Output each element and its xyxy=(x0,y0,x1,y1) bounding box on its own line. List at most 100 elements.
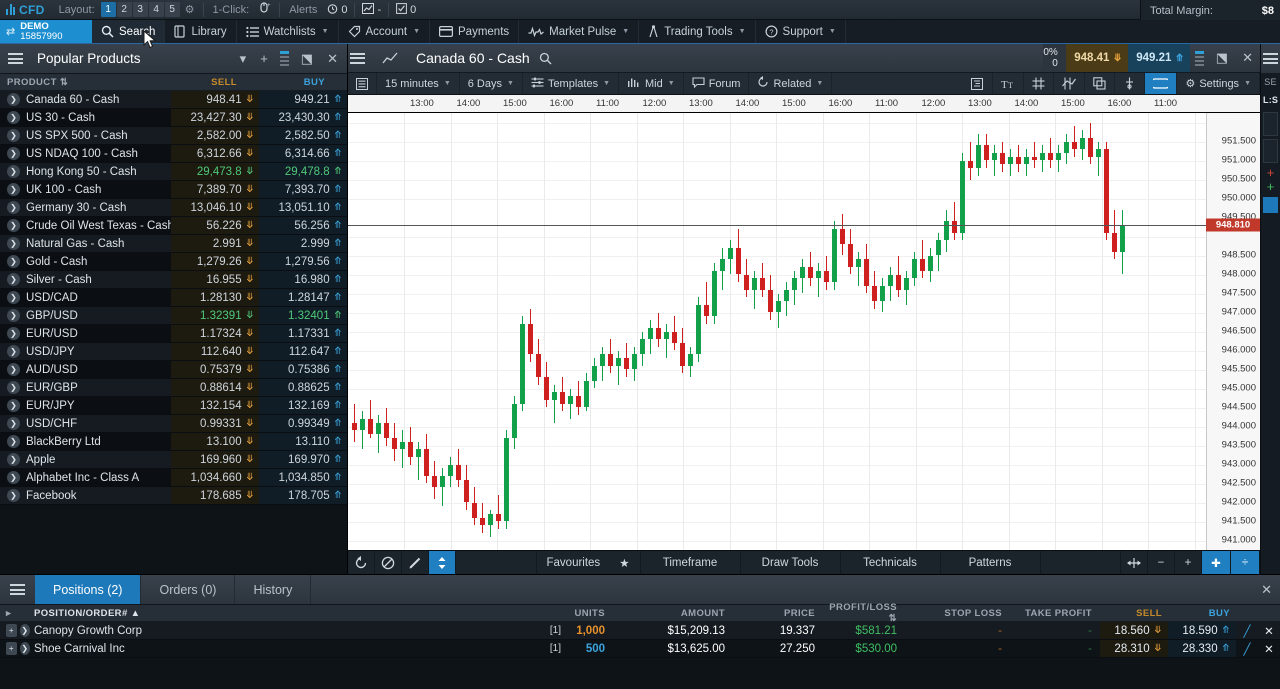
tab-orders[interactable]: Orders (0) xyxy=(141,575,236,604)
copy-icon[interactable] xyxy=(1085,73,1116,94)
product-row[interactable]: ❯ EUR/JPY 132.154 ⤋ 132.169 ⤊ xyxy=(0,397,347,415)
menu-item-payments[interactable]: Payments xyxy=(430,20,520,43)
chart-list-view-icon[interactable] xyxy=(348,73,377,94)
right-rail-menu-icon[interactable] xyxy=(1263,53,1278,64)
alerts-count-group[interactable]: 0 xyxy=(323,3,351,17)
menu-item-support[interactable]: ? Support ▼ xyxy=(756,20,846,43)
tab-positions[interactable]: Positions (2) xyxy=(35,575,142,604)
edit-position-icon[interactable]: ╱ xyxy=(1236,624,1258,638)
product-sell-price[interactable]: 16.955 ⤋ xyxy=(171,271,259,288)
product-buy-price[interactable]: 1.17331 ⤊ xyxy=(259,325,347,342)
chart-zoom-in-button[interactable]: + xyxy=(1175,551,1202,574)
text-icon[interactable]: TT xyxy=(993,73,1025,94)
product-buy-price[interactable]: 2,582.50 ⤊ xyxy=(259,127,347,144)
product-sell-price[interactable]: 0.75379 ⤋ xyxy=(171,361,259,378)
product-buy-price[interactable]: 112.647 ⤊ xyxy=(259,343,347,360)
expand-product-icon[interactable]: ❯ xyxy=(7,327,20,340)
expand-product-icon[interactable]: ❯ xyxy=(7,255,20,268)
chart-pencil-button[interactable] xyxy=(402,551,429,574)
product-row[interactable]: ❯ BlackBerry Ltd 13.100 ⤋ 13.110 ⤊ xyxy=(0,433,347,451)
product-buy-price[interactable]: 1.32401 ⤊ xyxy=(259,307,347,324)
position-sell-price[interactable]: 18.560 ⤋ xyxy=(1100,622,1168,639)
product-sell-price[interactable]: 1,034.660 ⤋ xyxy=(171,469,259,486)
panel-grip-handle[interactable] xyxy=(275,51,294,66)
close-icon[interactable]: ✕ xyxy=(320,51,345,67)
expand-product-icon[interactable]: ❯ xyxy=(7,111,20,124)
product-sell-price[interactable]: 1,279.26 ⤋ xyxy=(171,253,259,270)
chart-sell-quote[interactable]: 948.41 ⤋ xyxy=(1065,44,1128,72)
chart-timeframe-button[interactable]: Timeframe xyxy=(641,551,741,574)
right-rail-action-button[interactable] xyxy=(1263,197,1278,213)
product-buy-price[interactable]: 7,393.70 ⤊ xyxy=(259,181,347,198)
product-row[interactable]: ❯ AUD/USD 0.75379 ⤋ 0.75386 ⤊ xyxy=(0,361,347,379)
product-buy-price[interactable]: 949.21 ⤊ xyxy=(259,91,347,108)
close-position-icon[interactable]: ✕ xyxy=(1258,642,1280,656)
chart-technicals-button[interactable]: Technicals xyxy=(841,551,941,574)
line-chart-icon[interactable] xyxy=(373,51,408,65)
position-buy-price[interactable]: 28.330 ⤊ xyxy=(1168,640,1236,657)
menu-item-account[interactable]: Account ▼ xyxy=(339,20,431,43)
chart-menu-icon[interactable] xyxy=(348,49,373,68)
product-row[interactable]: ❯ Gold - Cash 1,279.26 ⤋ 1,279.56 ⤊ xyxy=(0,253,347,271)
expand-position-icon[interactable]: ❯ xyxy=(19,624,30,637)
product-row[interactable]: ❯ Crude Oil West Texas - Cash 56.226 ⤋ 56.25… xyxy=(0,217,347,235)
expand-product-icon[interactable]: ❯ xyxy=(7,399,20,412)
chart-price-type-select[interactable]: Mid ▼ xyxy=(619,73,684,94)
gear-icon[interactable]: ⚙ xyxy=(180,3,200,16)
product-sell-price[interactable]: 1.17324 ⤋ xyxy=(171,325,259,342)
close-position-icon[interactable]: ✕ xyxy=(1258,624,1280,638)
expand-product-icon[interactable]: ❯ xyxy=(7,147,20,160)
expand-product-icon[interactable]: ❯ xyxy=(7,363,20,376)
chart-settings-select[interactable]: ⚙ Settings ▼ xyxy=(1177,73,1260,94)
expand-product-icon[interactable]: ❯ xyxy=(7,165,20,178)
position-stop-loss[interactable]: - xyxy=(905,625,1010,637)
chart-refresh-button[interactable] xyxy=(348,551,375,574)
product-sell-price[interactable]: 29,473.8 ⤋ xyxy=(171,163,259,180)
alerts-label[interactable]: Alerts xyxy=(283,4,323,16)
edit-position-icon[interactable]: ╱ xyxy=(1236,642,1258,656)
expand-product-icon[interactable]: ❯ xyxy=(7,183,20,196)
right-rail-field-1[interactable] xyxy=(1263,112,1278,136)
product-buy-price[interactable]: 1.28147 ⤊ xyxy=(259,289,347,306)
chart-zoom-out-button[interactable]: − xyxy=(1148,551,1175,574)
product-row[interactable]: ❯ Hong Kong 50 - Cash 29,473.8 ⤋ 29,478.8 ⤊ xyxy=(0,163,347,181)
chart-close-icon[interactable]: ✕ xyxy=(1235,50,1260,66)
expand-product-icon[interactable]: ❯ xyxy=(7,129,20,142)
product-row[interactable]: ❯ US NDAQ 100 - Cash 6,312.66 ⤋ 6,314.66 ⤊ xyxy=(0,145,347,163)
position-take-profit[interactable]: - xyxy=(1010,643,1100,655)
position-row[interactable]: + ❯ Shoe Carnival Inc [1] 500 $13,625.00 27.25… xyxy=(0,640,1280,658)
add-icon[interactable]: + xyxy=(6,642,17,655)
expand-product-icon[interactable]: ❯ xyxy=(7,291,20,304)
expand-product-icon[interactable]: ❯ xyxy=(7,345,20,358)
product-buy-price[interactable]: 1,279.56 ⤊ xyxy=(259,253,347,270)
chart-cancel-button[interactable] xyxy=(375,551,402,574)
chart-buy-quote[interactable]: 949.21 ⤊ xyxy=(1127,44,1190,72)
chart-autoscale-button[interactable]: ÷ xyxy=(1231,551,1260,574)
product-sell-price[interactable]: 23,427.30 ⤋ xyxy=(171,109,259,126)
expand-product-icon[interactable]: ❯ xyxy=(7,417,20,430)
position-stop-loss[interactable]: - xyxy=(905,643,1010,655)
expand-icon[interactable]: ⬔ xyxy=(294,51,320,67)
demo-account-badge[interactable]: ⇄ DEMO 15857990 xyxy=(0,20,92,43)
mouse-plus-icon[interactable]: + xyxy=(255,2,276,17)
layout-button-5[interactable]: 5 xyxy=(164,2,180,17)
grid-icon[interactable] xyxy=(1024,73,1055,94)
menu-item-market-pulse[interactable]: Market Pulse ▼ xyxy=(519,20,640,43)
product-buy-price[interactable]: 29,478.8 ⤊ xyxy=(259,163,347,180)
chart-search-icon[interactable] xyxy=(530,52,561,65)
position-take-profit[interactable]: - xyxy=(1010,625,1100,637)
product-buy-price[interactable]: 16.980 ⤊ xyxy=(259,271,347,288)
product-buy-price[interactable]: 2.999 ⤊ xyxy=(259,235,347,252)
product-sell-price[interactable]: 0.99331 ⤋ xyxy=(171,415,259,432)
column-product[interactable]: PRODUCT ⇅ xyxy=(0,77,171,88)
menu-item-watchlists[interactable]: Watchlists ▼ xyxy=(237,20,339,43)
chevron-down-icon[interactable]: ▾ xyxy=(233,51,254,67)
product-buy-price[interactable]: 56.256 ⤊ xyxy=(259,217,347,234)
product-row[interactable]: ❯ Germany 30 - Cash 13,046.10 ⤋ 13,051.10 ⤊ xyxy=(0,199,347,217)
layout-button-3[interactable]: 3 xyxy=(132,2,148,17)
product-sell-price[interactable]: 7,389.70 ⤋ xyxy=(171,181,259,198)
chart-templates-select[interactable]: Templates ▼ xyxy=(523,73,620,94)
product-row[interactable]: ❯ Alphabet Inc - Class A 1,034.660 ⤋ 1,034.8… xyxy=(0,469,347,487)
product-row[interactable]: ❯ Apple 169.960 ⤋ 169.970 ⤊ xyxy=(0,451,347,469)
layout-button-4[interactable]: 4 xyxy=(148,2,164,17)
